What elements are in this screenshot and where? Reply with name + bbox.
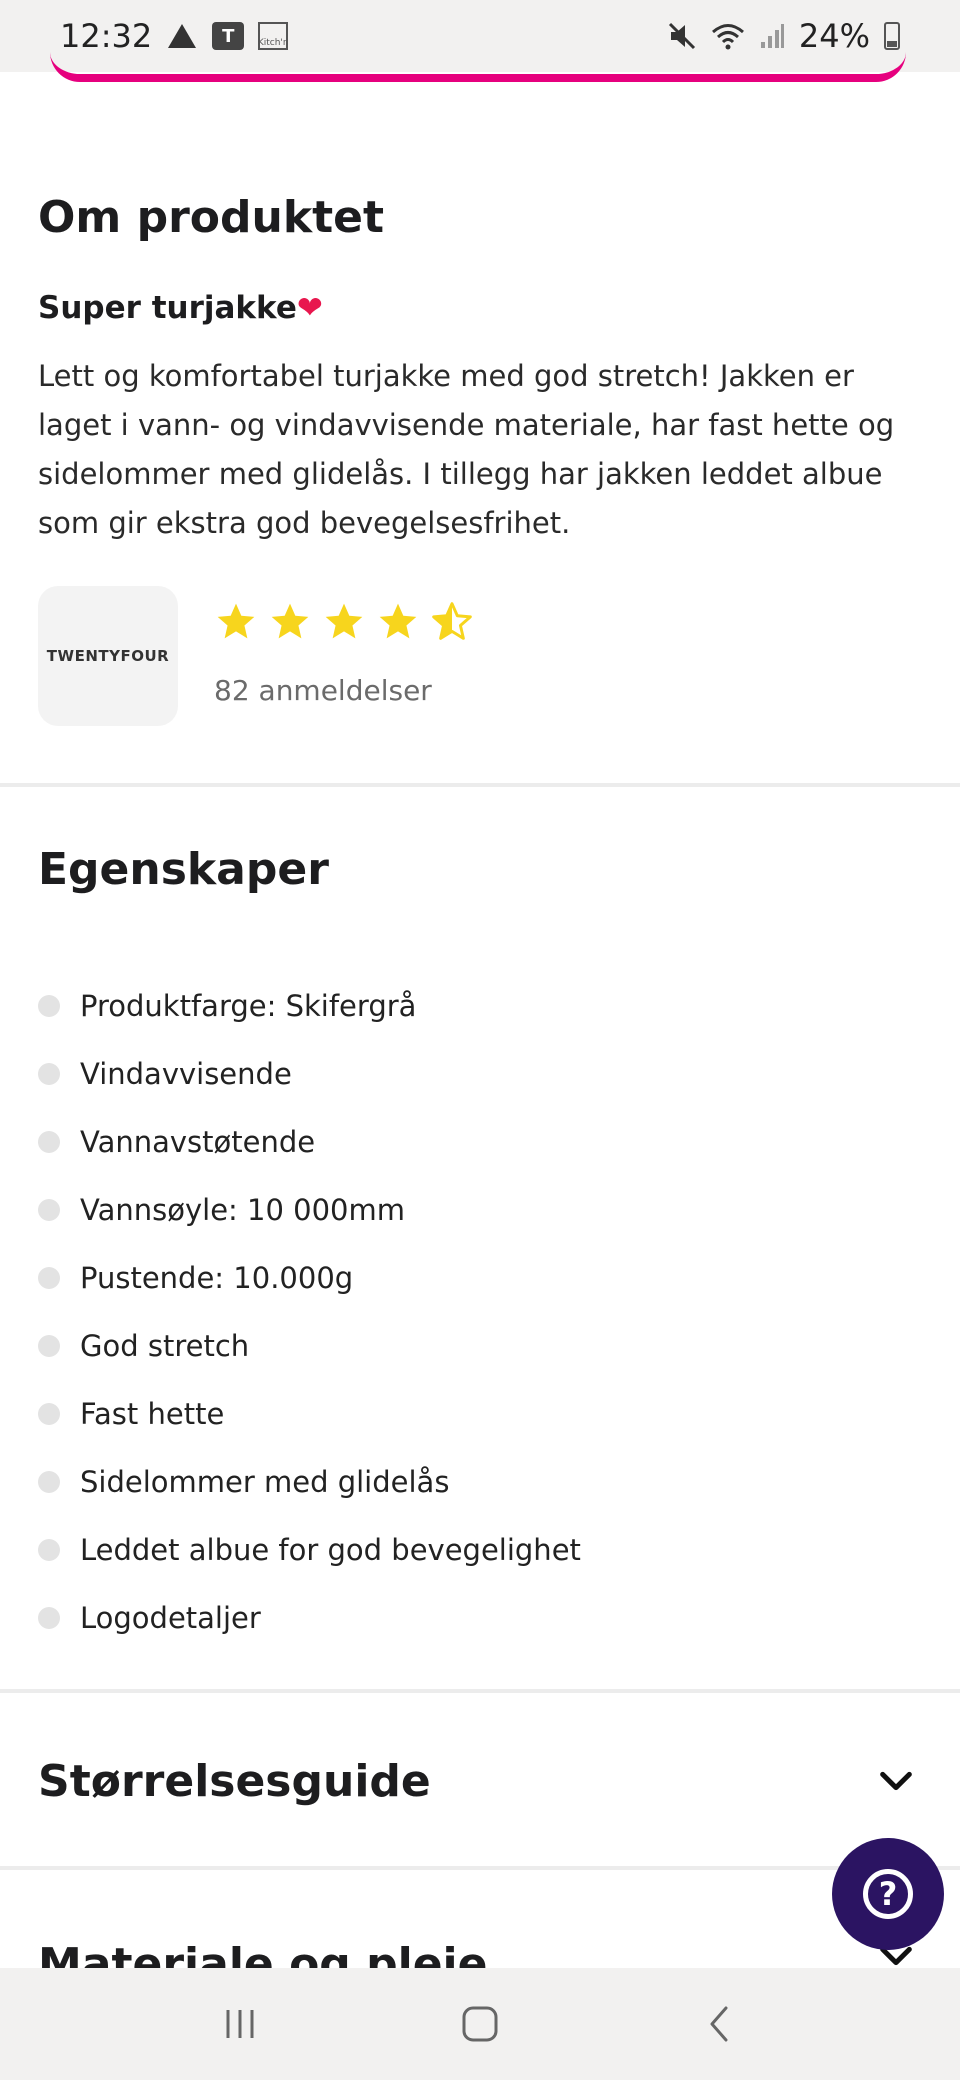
recent-apps-button[interactable]	[210, 1994, 270, 2054]
bullet-icon	[38, 1403, 60, 1425]
mute-icon	[667, 21, 697, 51]
teams-icon: T	[212, 22, 245, 50]
primary-button-edge[interactable]	[50, 52, 906, 82]
product-subtitle-text: Super turjakke	[38, 290, 297, 326]
kitchn-icon: Kitch'n	[258, 22, 289, 50]
rating-stars[interactable]	[214, 600, 474, 644]
feature-text: Pustende: 10.000g	[80, 1261, 354, 1295]
feature-text: Logodetaljer	[80, 1601, 261, 1635]
section-divider	[0, 1689, 960, 1693]
battery-text: 24%	[798, 17, 870, 55]
status-left: 12:32 T Kitch'n	[60, 17, 289, 55]
help-button[interactable]: ?	[832, 1838, 944, 1950]
home-icon	[462, 2006, 498, 2042]
list-item: Fast hette	[38, 1380, 581, 1448]
bullet-icon	[38, 995, 60, 1017]
battery-icon	[884, 22, 900, 50]
home-button[interactable]	[450, 1994, 510, 2054]
heart-icon: ❤	[296, 290, 323, 326]
list-item: Vindavvisende	[38, 1040, 581, 1108]
star-half-icon	[432, 602, 472, 640]
brand-logo: TWENTYFOUR	[46, 647, 170, 665]
question-icon: ?	[863, 1869, 913, 1919]
list-item: Leddet albue for god bevegelighet	[38, 1516, 581, 1584]
star-full-icon	[271, 603, 309, 639]
feature-text: God stretch	[80, 1329, 250, 1363]
status-right: 24%	[667, 17, 900, 55]
back-button[interactable]	[690, 1994, 750, 2054]
list-item: God stretch	[38, 1312, 581, 1380]
feature-text: Vindavvisende	[80, 1057, 292, 1091]
status-time: 12:32	[60, 17, 153, 55]
material-care-title: Materiale og pleie	[38, 1939, 488, 1968]
list-item: Produktfarge: Skifergrå	[38, 972, 581, 1040]
features-title: Egenskaper	[38, 844, 329, 895]
bullet-icon	[38, 1131, 60, 1153]
size-guide-accordion[interactable]: Størrelsesguide	[0, 1696, 960, 1866]
bullet-icon	[38, 1063, 60, 1085]
bullet-icon	[38, 1267, 60, 1289]
review-count[interactable]: 82 anmeldelser	[214, 674, 432, 707]
feature-text: Leddet albue for god bevegelighet	[80, 1533, 581, 1567]
about-title: Om produktet	[38, 192, 384, 243]
bullet-icon	[38, 1607, 60, 1629]
list-item: Sidelommer med glidelås	[38, 1448, 581, 1516]
feature-text: Produktfarge: Skifergrå	[80, 989, 417, 1023]
bullet-icon	[38, 1199, 60, 1221]
list-item: Vannsøyle: 10 000mm	[38, 1176, 581, 1244]
section-divider	[0, 783, 960, 787]
feature-text: Vannavstøtende	[80, 1125, 316, 1159]
star-full-icon	[379, 603, 417, 639]
brand-logo-box[interactable]: TWENTYFOUR	[38, 586, 178, 726]
list-item: Pustende: 10.000g	[38, 1244, 581, 1312]
product-description: Lett og komfortabel turjakke med god str…	[38, 359, 895, 540]
star-full-icon	[325, 603, 363, 639]
system-nav-bar	[0, 1968, 960, 2080]
material-care-accordion[interactable]: Materiale og pleie	[0, 1870, 960, 1968]
size-guide-title: Størrelsesguide	[38, 1755, 431, 1807]
recent-apps-icon	[226, 2010, 254, 2038]
warning-icon	[166, 22, 198, 50]
feature-text: Vannsøyle: 10 000mm	[80, 1193, 405, 1227]
feature-text: Sidelommer med glidelås	[80, 1465, 450, 1499]
wifi-icon	[711, 22, 745, 50]
product-subtitle: Super turjakke❤	[38, 290, 323, 326]
signal-icon	[759, 22, 785, 50]
bullet-icon	[38, 1539, 60, 1561]
list-item: Vannavstøtende	[38, 1108, 581, 1176]
list-item: Logodetaljer	[38, 1584, 581, 1652]
feature-text: Fast hette	[80, 1397, 225, 1431]
chevron-down-icon	[880, 1771, 912, 1791]
back-icon	[710, 2006, 728, 2042]
star-full-icon	[217, 603, 255, 639]
bullet-icon	[38, 1471, 60, 1493]
features-list: Produktfarge: Skifergrå Vindavvisende Va…	[38, 972, 581, 1652]
bullet-icon	[38, 1335, 60, 1357]
